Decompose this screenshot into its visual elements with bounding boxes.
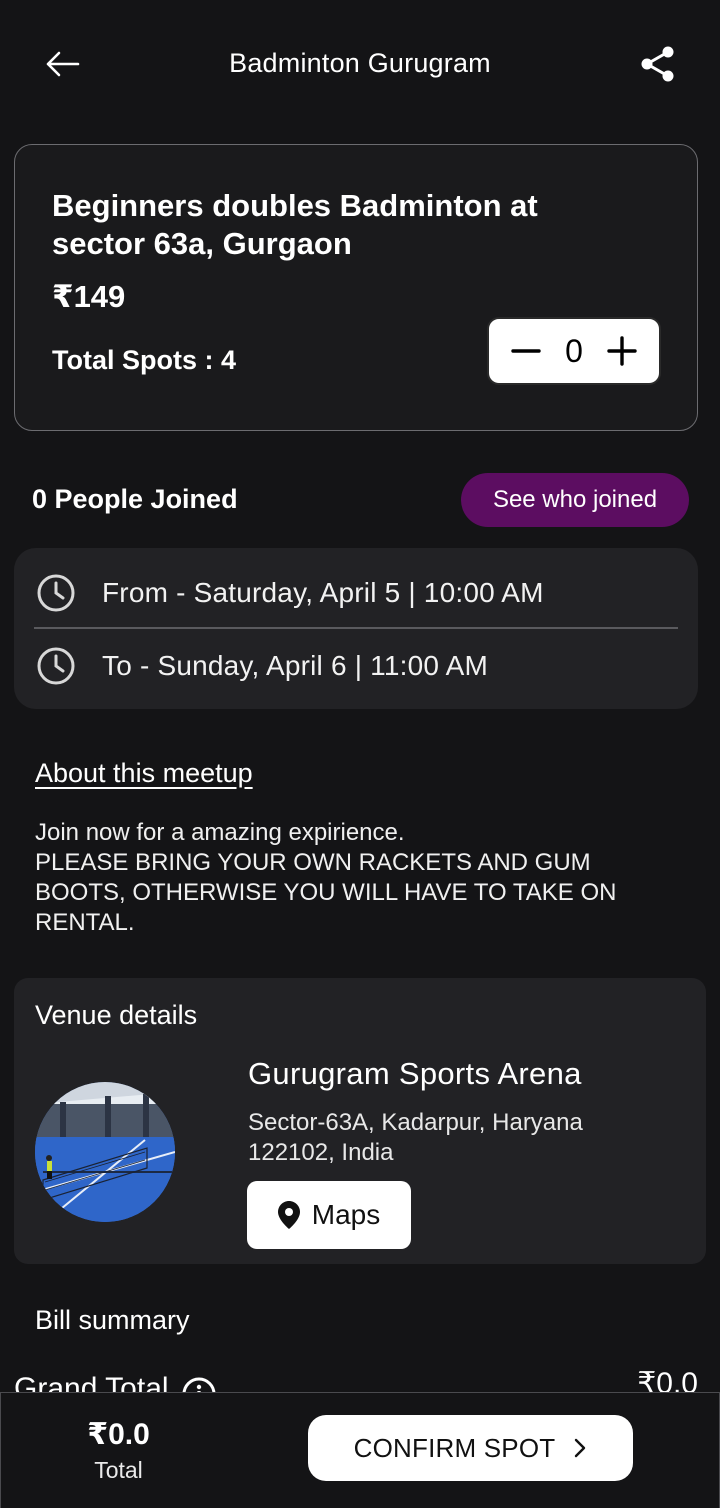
- total-label: Total: [94, 1457, 143, 1483]
- share-button[interactable]: [636, 42, 680, 86]
- total-amount: ₹0.0: [87, 1418, 150, 1451]
- venue-address: Sector-63A, Kadarpur, Haryana 122102, In…: [248, 1109, 583, 1166]
- schedule-to: To - Sunday, April 6 | 11:00 AM: [102, 650, 488, 681]
- increment-button[interactable]: [605, 334, 639, 368]
- divider: [34, 627, 678, 629]
- total-spots: Total Spots : 4: [52, 345, 237, 375]
- bottom-bar: ₹0.0 Total CONFIRM SPOT: [0, 1392, 720, 1508]
- quantity-stepper: 0: [487, 317, 661, 385]
- grand-total-label: Grand Total: [14, 1372, 169, 1394]
- maps-button[interactable]: Maps: [247, 1181, 411, 1249]
- decrement-button[interactable]: [509, 334, 543, 368]
- schedule-from: From - Saturday, April 5 | 10:00 AM: [102, 577, 544, 608]
- about-heading: About this meetup: [35, 758, 253, 788]
- venue-name: Gurugram Sports Arena: [248, 1056, 582, 1091]
- plus-icon: [607, 336, 637, 366]
- chevron-right-icon: [575, 1438, 586, 1458]
- event-price: ₹149: [52, 279, 126, 314]
- about-description: Join now for a amazing expirience. PLEAS…: [35, 819, 617, 936]
- confirm-spot-label: CONFIRM SPOT: [353, 1432, 556, 1463]
- bill-summary-heading: Bill summary: [35, 1305, 190, 1335]
- app-header: Badminton Gurugram: [0, 0, 720, 130]
- confirm-spot-button[interactable]: CONFIRM SPOT: [308, 1415, 633, 1481]
- share-icon: [641, 46, 674, 82]
- quantity-value: 0: [565, 332, 583, 369]
- schedule-from-row: From - Saturday, April 5 | 10:00 AM: [36, 568, 676, 618]
- venue-photo: [35, 1082, 175, 1222]
- grand-total-row: Grand Total ₹0.0: [14, 1366, 698, 1394]
- schedule-card: From - Saturday, April 5 | 10:00 AM To -…: [14, 548, 698, 709]
- grand-total-value: ₹0.0: [637, 1367, 698, 1394]
- event-title: Beginners doubles Badminton at sector 63…: [52, 188, 538, 261]
- venue-heading: Venue details: [35, 1000, 198, 1030]
- minus-icon: [511, 349, 541, 353]
- people-joined-label: 0 People Joined: [32, 484, 238, 514]
- clock-icon: [37, 574, 75, 612]
- venue-card: Venue details Gurugram Sports Arena Sect…: [14, 978, 706, 1264]
- schedule-to-row: To - Sunday, April 6 | 11:00 AM: [36, 641, 676, 691]
- event-card: Beginners doubles Badminton at sector 63…: [14, 144, 698, 431]
- location-pin-icon: [277, 1201, 300, 1229]
- page-title: Badminton Gurugram: [229, 48, 491, 78]
- maps-label: Maps: [311, 1199, 381, 1230]
- grand-total-label-group: Grand Total: [14, 1366, 217, 1394]
- clock-icon: [37, 647, 75, 685]
- see-who-joined-button[interactable]: See who joined: [461, 473, 689, 527]
